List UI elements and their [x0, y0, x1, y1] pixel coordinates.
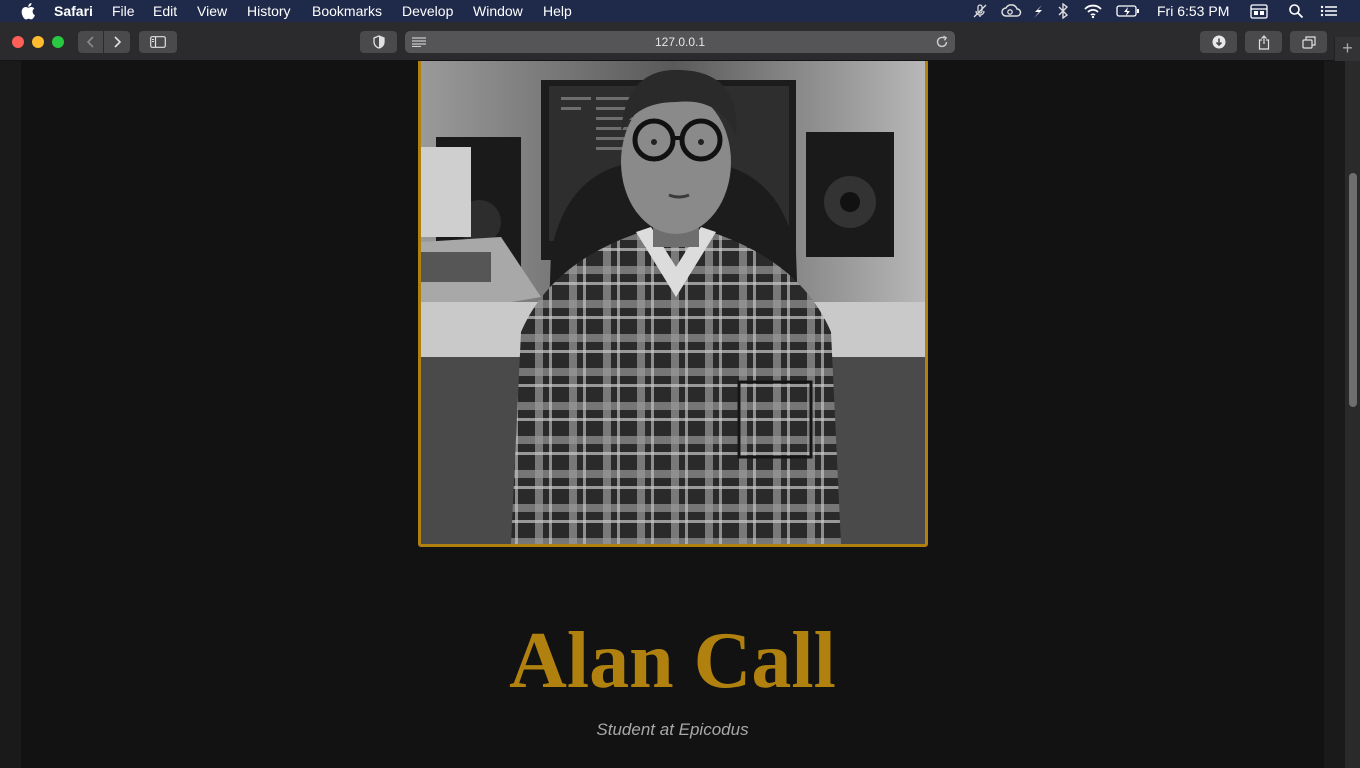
profile-photo — [418, 61, 928, 547]
scrollbar-thumb[interactable] — [1349, 173, 1357, 407]
menu-edit[interactable]: Edit — [153, 3, 177, 19]
forward-button[interactable] — [104, 31, 130, 53]
downloads-button[interactable] — [1200, 31, 1237, 53]
macos-menu-bar: Safari File Edit View History Bookmarks … — [0, 0, 1360, 22]
new-tab-button[interactable]: + — [1334, 37, 1360, 61]
battery-charging-icon[interactable] — [1116, 3, 1140, 19]
minimize-window-button[interactable] — [32, 36, 44, 48]
menu-app-safari[interactable]: Safari — [54, 3, 93, 19]
chevron-left-icon — [86, 36, 94, 48]
zoom-window-button[interactable] — [52, 36, 64, 48]
bluetooth-icon[interactable] — [1057, 3, 1069, 19]
profile-name: Alan Call — [509, 617, 836, 705]
safari-toolbar: 127.0.0.1 — [0, 22, 1360, 61]
address-bar[interactable]: 127.0.0.1 — [405, 31, 955, 53]
scrollbar-track[interactable] — [1345, 61, 1360, 768]
menubar-clock[interactable]: Fri 6:53 PM — [1157, 3, 1229, 19]
menu-help[interactable]: Help — [543, 3, 572, 19]
creative-cloud-icon[interactable] — [1000, 3, 1022, 19]
menu-view[interactable]: View — [197, 3, 227, 19]
sidebar-toggle-button[interactable] — [139, 31, 177, 53]
sidebar-icon — [150, 36, 166, 48]
share-icon — [1258, 34, 1269, 50]
spotlight-search-icon[interactable] — [1288, 3, 1304, 19]
address-url: 127.0.0.1 — [654, 35, 706, 49]
web-viewport: Alan Call Student at Epicodus — [0, 61, 1360, 768]
reload-icon[interactable] — [935, 35, 949, 49]
calendar-icon[interactable] — [1250, 3, 1268, 19]
control-center-list-icon[interactable] — [1320, 3, 1338, 19]
apple-icon[interactable] — [20, 2, 36, 20]
shield-icon — [372, 35, 385, 49]
menu-bookmarks[interactable]: Bookmarks — [312, 3, 382, 19]
wifi-icon[interactable] — [1083, 3, 1103, 19]
share-button[interactable] — [1245, 31, 1282, 53]
menu-window[interactable]: Window — [473, 3, 523, 19]
chevron-right-icon — [114, 36, 122, 48]
profile-page: Alan Call Student at Epicodus — [21, 61, 1324, 768]
profile-photo-image — [421, 61, 925, 544]
history-nav-group — [78, 31, 130, 53]
sync-s-icon[interactable] — [1031, 3, 1045, 19]
menu-develop[interactable]: Develop — [402, 3, 453, 19]
tabs-icon — [1301, 35, 1316, 49]
profile-subtitle: Student at Epicodus — [596, 720, 749, 739]
close-window-button[interactable] — [12, 36, 24, 48]
menu-file[interactable]: File — [112, 3, 135, 19]
microphone-muted-icon[interactable] — [972, 3, 988, 19]
download-icon — [1212, 35, 1225, 49]
privacy-report-button[interactable] — [360, 31, 397, 53]
menu-history[interactable]: History — [247, 3, 291, 19]
tab-overview-button[interactable] — [1290, 31, 1327, 53]
back-button[interactable] — [78, 31, 104, 53]
